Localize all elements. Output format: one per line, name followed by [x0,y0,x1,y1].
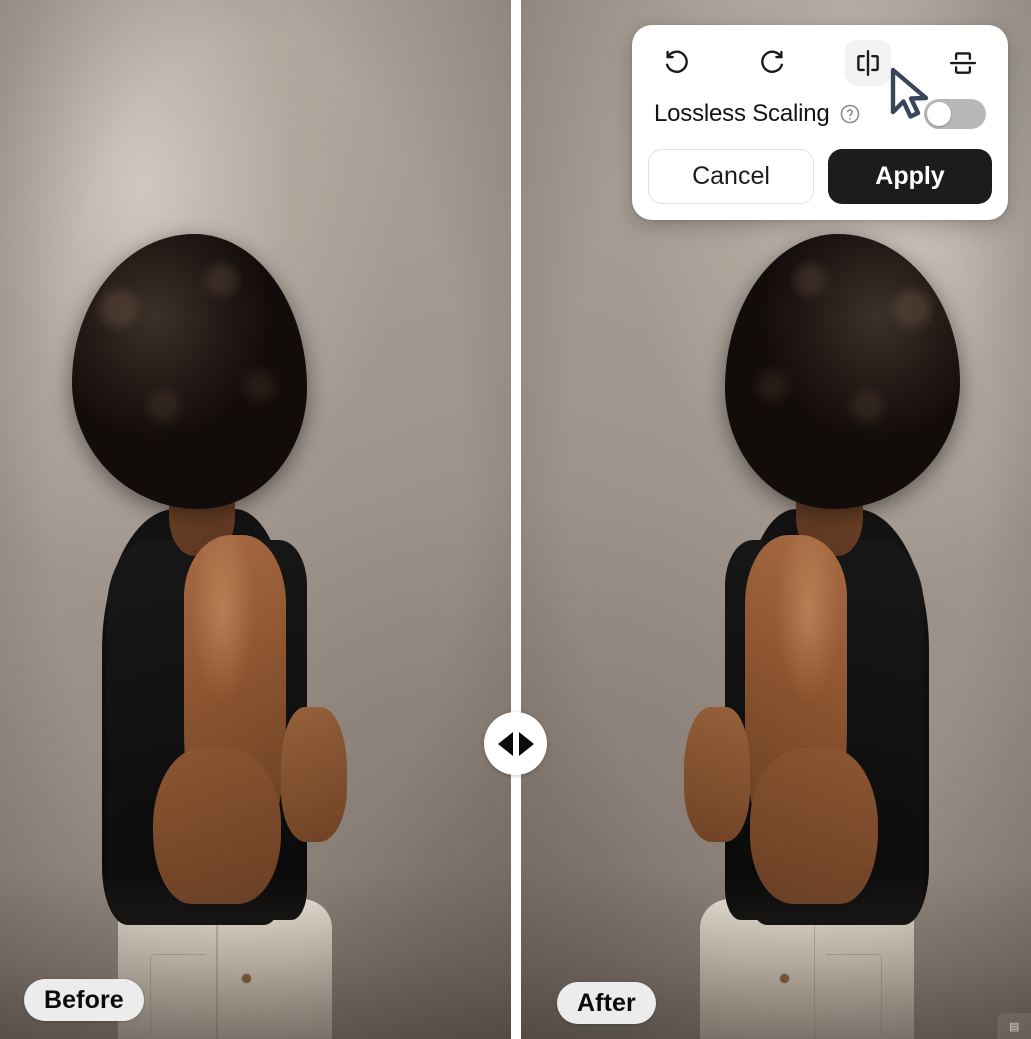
flip-horizontal-button[interactable] [844,40,891,86]
after-label-pill: After [557,982,656,1024]
before-label-pill: Before [24,979,144,1021]
lossless-scaling-toggle[interactable] [924,99,986,129]
before-photo [0,0,511,1039]
flip-vertical-button[interactable] [940,40,986,86]
photo-vignette [0,0,511,1039]
rotate-right-button[interactable] [749,40,795,86]
toggle-knob [927,102,951,126]
rotate-left-button[interactable] [654,40,700,86]
question-mark-circle-icon[interactable] [839,103,861,125]
before-image-pane[interactable]: Before [0,0,511,1039]
flip-vertical-icon [948,48,978,78]
rotate-counterclockwise-icon [662,48,692,78]
triangle-right-icon [518,731,534,756]
transform-tool-panel: Lossless Scaling Cancel Apply [632,25,1008,220]
rotate-clockwise-icon [757,48,787,78]
compare-slider-track [515,0,518,1039]
watermark-badge: ▤ [997,1013,1031,1039]
lossless-scaling-option-row: Lossless Scaling [646,91,994,137]
lossless-scaling-label: Lossless Scaling [654,100,830,127]
flip-horizontal-icon [853,48,883,78]
app-root: Before After ▤ Lossless Scaling Cancel A… [0,0,1031,1039]
panel-action-row: Cancel Apply [646,149,994,204]
cancel-button[interactable]: Cancel [648,149,814,204]
triangle-left-icon [497,731,513,756]
compare-slider-handle[interactable] [484,712,547,775]
transform-tool-row [646,37,994,89]
apply-button[interactable]: Apply [828,149,992,204]
